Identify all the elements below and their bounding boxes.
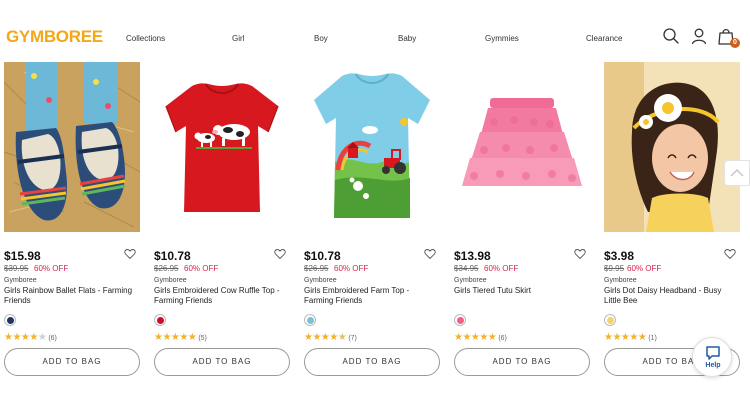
- cart-count-badge: 0: [730, 38, 740, 48]
- nav-collections[interactable]: Collections: [126, 34, 165, 43]
- star-rating: ★★★★★ (1): [604, 332, 657, 343]
- wishlist-heart-icon[interactable]: [724, 248, 736, 260]
- color-swatch[interactable]: [4, 314, 16, 326]
- add-to-bag-button[interactable]: ADD TO BAG: [454, 348, 590, 376]
- product-image[interactable]: [4, 62, 140, 232]
- product-image[interactable]: [304, 62, 440, 232]
- original-price: $26.95: [154, 264, 179, 273]
- nav-gymmies[interactable]: Gymmies: [485, 34, 519, 43]
- product-card: $13.98 $34.95 60% OFF Gymboree Girls Tie…: [454, 62, 590, 382]
- review-count: (7): [348, 335, 357, 342]
- user-icon[interactable]: [690, 27, 708, 45]
- nav-clearance[interactable]: Clearance: [586, 34, 622, 43]
- discount-label: 60% OFF: [334, 264, 369, 273]
- product-brand: Gymboree: [454, 277, 487, 284]
- product-price: $10.78: [304, 249, 341, 263]
- product-brand: Gymboree: [4, 277, 37, 284]
- chat-icon: [706, 346, 720, 360]
- review-count: (5): [198, 335, 207, 342]
- help-label: Help: [705, 362, 721, 369]
- wishlist-heart-icon[interactable]: [574, 248, 586, 260]
- product-image[interactable]: [454, 62, 590, 232]
- product-image[interactable]: [604, 62, 740, 232]
- color-swatch[interactable]: [604, 314, 616, 326]
- color-swatch[interactable]: [304, 314, 316, 326]
- product-name[interactable]: Girls Embroidered Cow Ruffle Top - Farmi…: [154, 286, 290, 306]
- product-brand: Gymboree: [604, 277, 637, 284]
- product-name[interactable]: Girls Dot Daisy Headband - Busy Little B…: [604, 286, 740, 306]
- star-rating: ★★★★★ (6): [454, 332, 507, 343]
- help-button[interactable]: Help: [692, 337, 732, 377]
- product-name[interactable]: Girls Embroidered Farm Top - Farming Fri…: [304, 286, 440, 306]
- product-price: $10.78: [154, 249, 191, 263]
- review-count: (6): [498, 335, 507, 342]
- gymboree-logo[interactable]: GYMBOREE: [6, 27, 103, 47]
- review-count: (6): [48, 335, 57, 342]
- color-swatch[interactable]: [454, 314, 466, 326]
- add-to-bag-button[interactable]: ADD TO BAG: [154, 348, 290, 376]
- star-rating: ★★★★★ (7): [304, 332, 357, 343]
- discount-label: 60% OFF: [184, 264, 219, 273]
- original-price: $26.95: [304, 264, 329, 273]
- product-brand: Gymboree: [154, 277, 187, 284]
- product-card: $15.98 $39.95 60% OFF Gymboree Girls Rai…: [4, 62, 140, 382]
- add-to-bag-button[interactable]: ADD TO BAG: [304, 348, 440, 376]
- product-image[interactable]: [154, 62, 290, 232]
- star-rating: ★★★★★ (6): [4, 332, 57, 343]
- nav-boy[interactable]: Boy: [314, 34, 328, 43]
- product-price: $3.98: [604, 249, 635, 263]
- discount-label: 60% OFF: [484, 264, 519, 273]
- chevron-up-icon: [730, 168, 744, 177]
- original-price: $9.95: [604, 264, 625, 273]
- discount-label: 60% OFF: [627, 264, 662, 273]
- original-price: $34.95: [454, 264, 479, 273]
- discount-label: 60% OFF: [34, 264, 69, 273]
- original-price: $39.95: [4, 264, 29, 273]
- review-count: (1): [648, 335, 657, 342]
- add-to-bag-button[interactable]: ADD TO BAG: [4, 348, 140, 376]
- star-rating: ★★★★★ (5): [154, 332, 207, 343]
- nav-baby[interactable]: Baby: [398, 34, 416, 43]
- product-price: $15.98: [4, 249, 41, 263]
- wishlist-heart-icon[interactable]: [274, 248, 286, 260]
- wishlist-heart-icon[interactable]: [424, 248, 436, 260]
- product-price: $13.98: [454, 249, 491, 263]
- search-icon[interactable]: [662, 27, 680, 45]
- product-brand: Gymboree: [304, 277, 337, 284]
- color-swatch[interactable]: [154, 314, 166, 326]
- product-card: $10.78 $26.95 60% OFF Gymboree Girls Emb…: [154, 62, 290, 382]
- site-header: GYMBOREE Collections Girl Boy Baby Gymmi…: [0, 0, 750, 62]
- wishlist-heart-icon[interactable]: [124, 248, 136, 260]
- product-card: $3.98 $9.95 60% OFF Gymboree Girls Dot D…: [604, 62, 740, 382]
- product-name[interactable]: Girls Rainbow Ballet Flats - Farming Fri…: [4, 286, 140, 306]
- product-name[interactable]: Girls Tiered Tutu Skirt: [454, 286, 590, 296]
- product-card: $10.78 $26.95 60% OFF Gymboree Girls Emb…: [304, 62, 440, 382]
- scroll-up-button[interactable]: [724, 160, 750, 186]
- nav-girl[interactable]: Girl: [232, 34, 244, 43]
